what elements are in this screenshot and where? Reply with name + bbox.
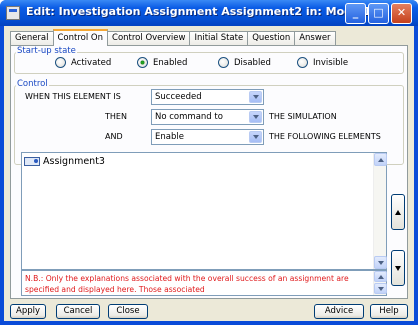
chevron-down-icon[interactable]	[249, 111, 262, 123]
radio-disabled-label: Disabled	[234, 57, 271, 68]
tab-control-overview[interactable]: Control Overview	[107, 31, 191, 46]
and-suffix-label: THE FOLLOWING ELEMENTS	[269, 132, 381, 141]
startup-state-label: Start-up state	[16, 46, 77, 56]
chevron-down-icon[interactable]	[249, 91, 262, 103]
tab-general[interactable]: General	[10, 31, 54, 46]
window-title: Edit: Investigation Assignment Assignmen…	[26, 5, 371, 18]
radio-invisible-circle[interactable]	[297, 57, 308, 68]
radio-activated[interactable]: Activated	[55, 57, 111, 68]
note-text: N.B.: Only the explanations associated w…	[25, 274, 349, 294]
radio-enabled-circle[interactable]	[137, 57, 148, 68]
close-button[interactable]: Close	[108, 304, 148, 319]
tab-control-on[interactable]: Control On	[52, 29, 109, 46]
radio-activated-circle[interactable]	[55, 57, 66, 68]
control-group-label: Control	[16, 79, 49, 89]
advice-button[interactable]: Advice	[314, 304, 364, 319]
list-item-label: Assignment3	[43, 156, 105, 167]
when-label: WHEN THIS ELEMENT IS	[25, 92, 121, 101]
assignment-icon	[24, 157, 40, 166]
when-state-select[interactable]: Succeeded	[151, 89, 264, 105]
list-item[interactable]: Assignment3	[24, 156, 105, 167]
note-scrollbar[interactable]	[373, 271, 387, 295]
scroll-up-icon[interactable]	[374, 271, 387, 282]
radio-invisible-label: Invisible	[313, 57, 349, 68]
scroll-up-icon[interactable]	[374, 153, 387, 166]
radio-enabled[interactable]: Enabled	[137, 57, 187, 68]
chevron-down-icon[interactable]	[249, 131, 262, 143]
edit-window: Edit: Investigation Assignment Assignmen…	[0, 0, 418, 325]
maximize-button[interactable]: □	[368, 3, 389, 24]
move-down-button[interactable]	[391, 250, 405, 286]
control-on-panel: Start-up state Activated Enabled Disable…	[10, 45, 408, 299]
scroll-down-icon[interactable]	[374, 256, 387, 269]
then-command-value: No command to	[155, 112, 223, 122]
dialog-client-area: General Control On Control Overview Init…	[4, 26, 414, 321]
then-label: THEN	[105, 112, 127, 121]
tab-initial-state[interactable]: Initial State	[189, 31, 249, 46]
then-suffix-label: THE SIMULATION	[269, 112, 337, 121]
radio-invisible[interactable]: Invisible	[297, 57, 348, 68]
radio-disabled-circle[interactable]	[218, 57, 229, 68]
following-elements-list[interactable]: Assignment3	[21, 152, 387, 270]
and-action-value: Enable	[155, 132, 184, 142]
apply-button[interactable]: Apply	[10, 304, 46, 319]
and-label: AND	[105, 132, 123, 141]
title-bar[interactable]: Edit: Investigation Assignment Assignmen…	[0, 0, 418, 26]
tab-strip: General Control On Control Overview Init…	[10, 29, 336, 46]
minimize-button[interactable]: _	[345, 3, 366, 24]
close-window-button[interactable]: ✕	[391, 3, 412, 24]
scroll-down-icon[interactable]	[374, 283, 387, 294]
when-state-value: Succeeded	[155, 92, 202, 102]
radio-disabled[interactable]: Disabled	[218, 57, 271, 68]
move-up-button[interactable]	[391, 194, 405, 230]
list-scrollbar[interactable]	[373, 153, 387, 269]
tab-answer[interactable]: Answer	[294, 31, 336, 46]
radio-activated-label: Activated	[71, 57, 112, 68]
tab-question[interactable]: Question	[247, 31, 296, 46]
and-action-select[interactable]: Enable	[151, 129, 264, 145]
window-icon	[6, 6, 20, 20]
radio-enabled-label: Enabled	[153, 57, 188, 68]
explanation-note: N.B.: Only the explanations associated w…	[21, 270, 387, 296]
cancel-button[interactable]: Cancel	[56, 304, 100, 319]
help-button[interactable]: Help	[370, 304, 408, 319]
then-command-select[interactable]: No command to	[151, 109, 264, 125]
